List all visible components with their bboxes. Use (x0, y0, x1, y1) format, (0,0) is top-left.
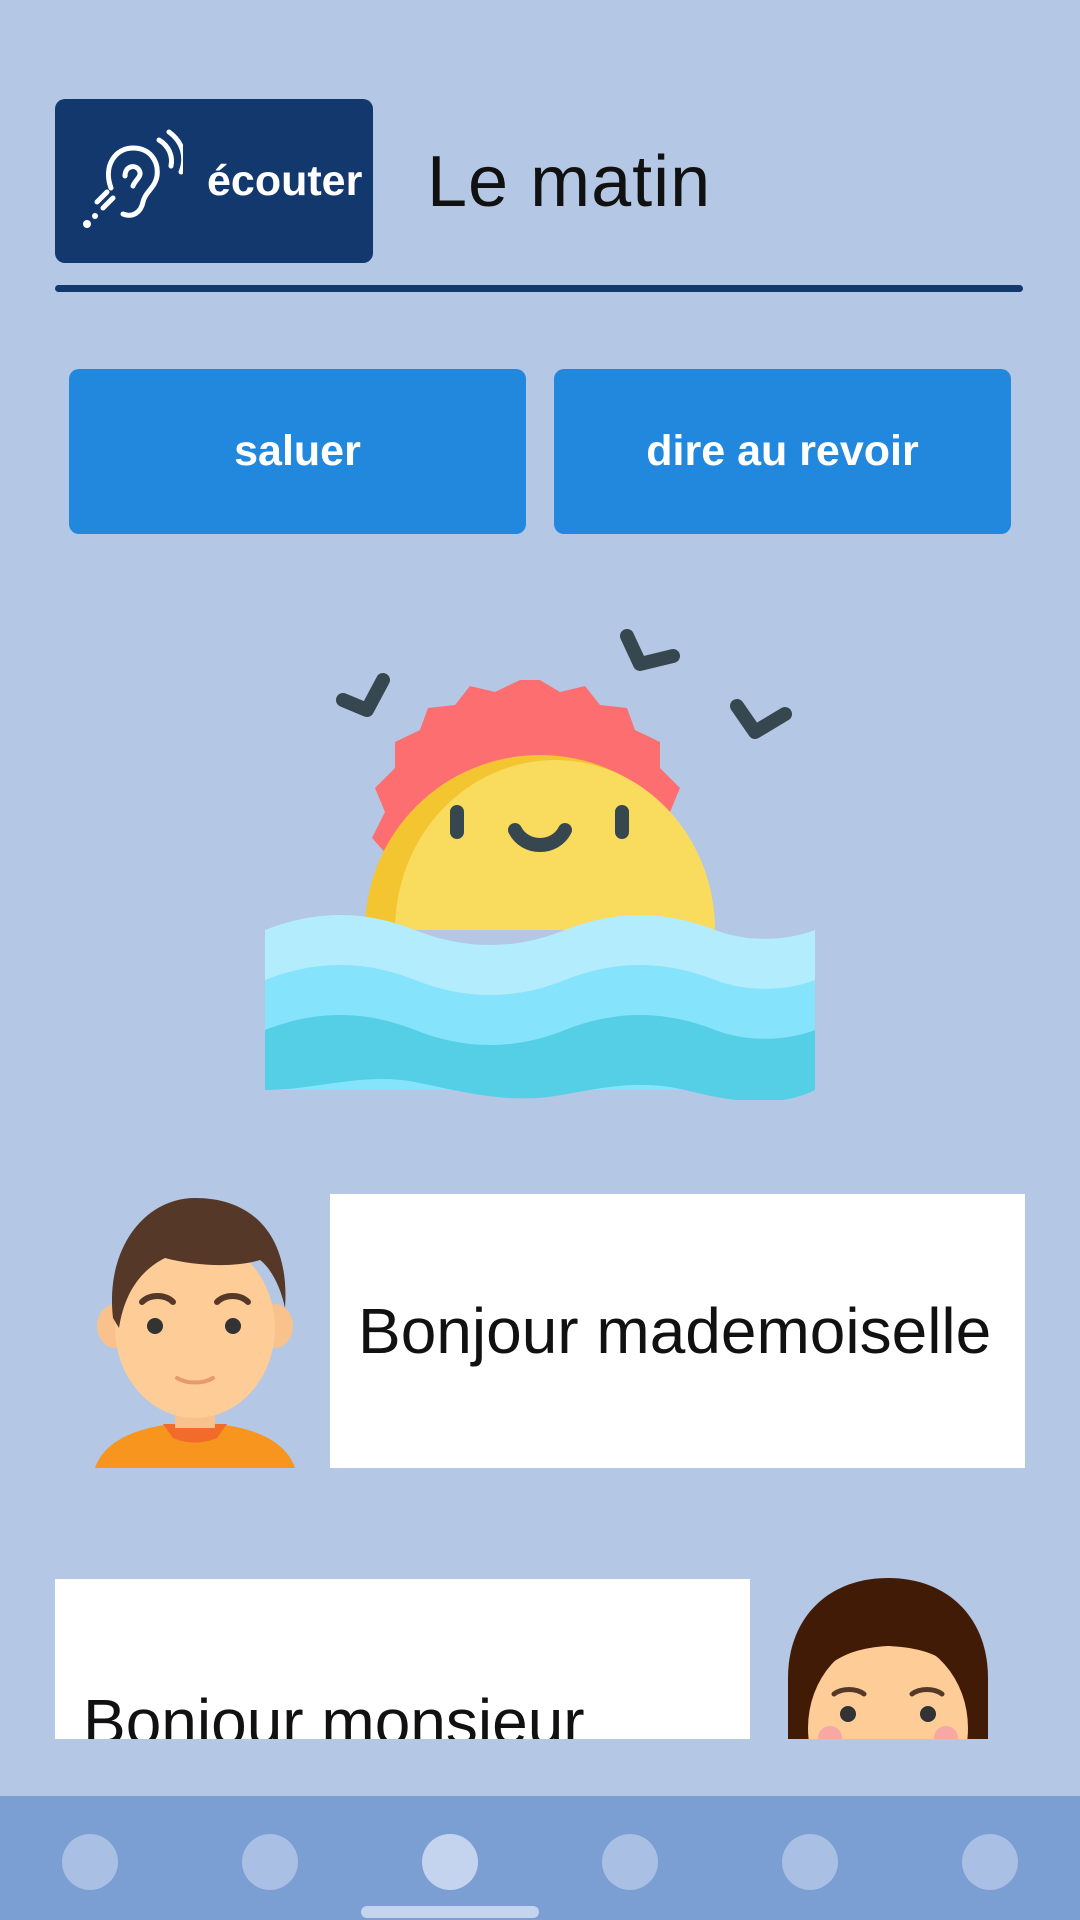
page-dot-2[interactable] (242, 1834, 298, 1890)
dialogue-bubble-girl: Bonjour monsieur (55, 1579, 750, 1739)
listen-button[interactable]: écouter (55, 99, 373, 263)
page-header: écouter Le matin (55, 99, 1023, 294)
ear-hearing-icon (83, 129, 183, 228)
dialogue-bubble-boy: Bonjour mademoiselle (330, 1194, 1025, 1468)
bottom-navigation-bar (0, 1796, 1080, 1920)
header-divider (55, 285, 1023, 292)
greet-button[interactable]: saluer (69, 369, 526, 534)
home-indicator[interactable] (361, 1906, 539, 1918)
listen-button-label: écouter (207, 156, 363, 205)
goodbye-button[interactable]: dire au revoir (554, 369, 1011, 534)
sunrise-over-sea-illustration (265, 629, 815, 1100)
page-dot-4[interactable] (602, 1834, 658, 1890)
boy-avatar (95, 1198, 295, 1468)
page-dot-1[interactable] (62, 1834, 118, 1890)
page-dot-3-active[interactable] (422, 1834, 478, 1890)
dialogue-text: Bonjour mademoiselle (358, 1295, 992, 1367)
page-dot-6[interactable] (962, 1834, 1018, 1890)
page-title: Le matin (427, 142, 712, 222)
page-dot-5[interactable] (782, 1834, 838, 1890)
dialogue-text: Bonjour monsieur (83, 1686, 585, 1739)
girl-avatar (788, 1578, 988, 1739)
